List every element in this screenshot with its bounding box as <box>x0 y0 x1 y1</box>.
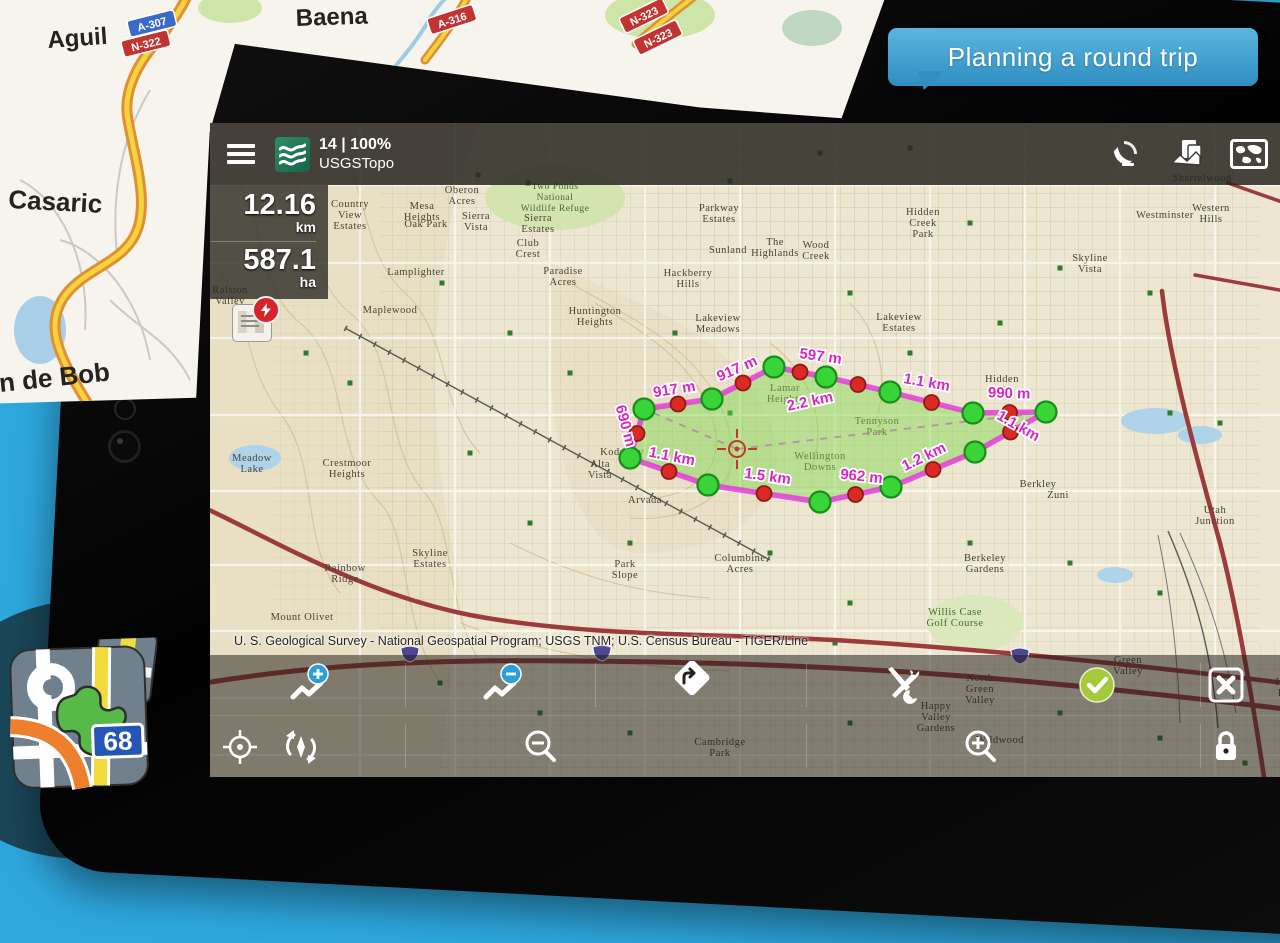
map-label: Willis CaseGolf Course <box>926 607 983 629</box>
segment-distance-label: 990 m <box>988 384 1031 402</box>
map-label: ParkwayEstates <box>699 203 739 225</box>
route-point-handle[interactable] <box>764 357 785 378</box>
world-map-icon[interactable] <box>1218 123 1280 185</box>
paper-map-label: Casaric <box>8 184 103 219</box>
maps-stack-icon[interactable] <box>1156 123 1218 185</box>
svg-text:68: 68 <box>103 725 133 756</box>
locus-app-screen: OberonAcresTwo PondsNationalWildlife Ref… <box>210 123 1280 777</box>
map-label: Sunland <box>709 245 747 256</box>
topbar-status-block[interactable]: 14 | 100% USGSTopo <box>319 136 394 173</box>
distance-unit: km <box>210 220 316 235</box>
live-tracking-badge <box>252 296 280 324</box>
tools-button[interactable] <box>874 657 930 713</box>
map-label: LakeviewMeadows <box>695 313 740 335</box>
segment-midpoint-handle[interactable] <box>924 395 939 410</box>
app-top-bar: 14 | 100% USGSTopo <box>210 123 1280 185</box>
route-point-handle[interactable] <box>816 367 837 388</box>
route-point-handle[interactable] <box>965 442 986 463</box>
map-label: Arvada <box>628 495 662 506</box>
paper-map-label: Baena <box>295 2 369 32</box>
tablet-camera-lens <box>108 430 141 463</box>
map-label: SierraEstates <box>521 213 554 235</box>
segment-midpoint-handle[interactable] <box>662 464 677 479</box>
segment-midpoint-handle[interactable] <box>671 397 686 412</box>
tablet-camera-small <box>114 398 136 420</box>
map-attribution: U. S. Geological Survey - National Geosp… <box>234 634 808 648</box>
caption-text: Planning a round trip <box>948 42 1198 73</box>
screenshot-root: { "bubble": { "text": "Planning a round … <box>0 0 1280 800</box>
map-label: BerkeleyGardens <box>964 553 1006 575</box>
map-label: Berkley <box>1020 479 1057 490</box>
route-planner-toolbar <box>210 655 1280 777</box>
quick-map-switch-button[interactable] <box>232 304 272 342</box>
route-point-handle[interactable] <box>702 389 723 410</box>
map-label: SierraVista <box>462 211 490 233</box>
locus-logo-icon[interactable] <box>275 137 310 172</box>
map-label: ClubCrest <box>516 238 541 260</box>
route-point-handle[interactable] <box>810 492 831 513</box>
measurement-panel: 12.16 km 587.1 ha <box>210 185 328 299</box>
zoom-out-button[interactable] <box>513 719 569 775</box>
map-label: WoodCreek <box>802 240 830 262</box>
confirm-button[interactable] <box>1069 657 1125 713</box>
map-label: Oak Park <box>404 219 448 230</box>
route-point-handle[interactable] <box>963 403 984 424</box>
segment-midpoint-handle[interactable] <box>757 486 772 501</box>
gps-center-button[interactable] <box>212 719 268 775</box>
route-point-handle[interactable] <box>880 382 901 403</box>
segment-midpoint-handle[interactable] <box>851 377 866 392</box>
total-distance: 12.16 km <box>210 191 316 235</box>
caption-bubble: Planning a round trip <box>888 28 1258 86</box>
active-map-name: USGSTopo <box>319 155 394 173</box>
remove-route-point-button[interactable] <box>475 657 531 713</box>
lock-button[interactable] <box>1198 719 1254 775</box>
route-point-handle[interactable] <box>881 477 902 498</box>
map-label: Maplewood <box>363 305 418 316</box>
add-route-point-button[interactable] <box>282 657 338 713</box>
map-label: Zuni <box>1047 490 1069 501</box>
route-point-handle[interactable] <box>634 399 655 420</box>
satellite-dish-icon[interactable] <box>1094 123 1156 185</box>
map-label: ParkSlope <box>612 559 638 581</box>
route-shield: 68 <box>92 724 143 758</box>
map-label: CrestmoorHeights <box>323 458 372 480</box>
area-unit: ha <box>210 275 316 290</box>
paper-map-label: n de Bob <box>0 357 111 398</box>
area-value: 587.1 <box>210 246 316 275</box>
map-label: LakeviewEstates <box>876 312 921 334</box>
segment-midpoint-handle[interactable] <box>848 487 863 502</box>
route-point-handle[interactable] <box>698 475 719 496</box>
distance-value: 12.16 <box>210 191 316 220</box>
navigation-button[interactable] <box>661 655 717 711</box>
route-point-handle[interactable] <box>620 448 641 469</box>
map-label: OberonAcres <box>445 185 480 207</box>
segment-midpoint-handle[interactable] <box>793 365 808 380</box>
close-button[interactable] <box>1198 657 1254 713</box>
map-label: Lamplighter <box>387 267 444 278</box>
map-label: AltaVista <box>588 459 612 481</box>
gps-battery-status: 14 | 100% <box>319 136 394 155</box>
paper-map-label: Aguil <box>47 23 109 54</box>
zoom-in-button[interactable] <box>953 719 1009 775</box>
map-label: Mount Olivet <box>271 612 334 623</box>
locus-launcher-icon[interactable]: 68 <box>5 637 162 792</box>
menu-icon[interactable] <box>227 140 255 168</box>
map-label: SkylineEstates <box>412 548 448 570</box>
route-point-handle[interactable] <box>1036 402 1057 423</box>
map-label: Westminster <box>1136 210 1194 221</box>
total-area: 587.1 ha <box>210 246 316 290</box>
rotate-map-button[interactable] <box>273 719 329 775</box>
